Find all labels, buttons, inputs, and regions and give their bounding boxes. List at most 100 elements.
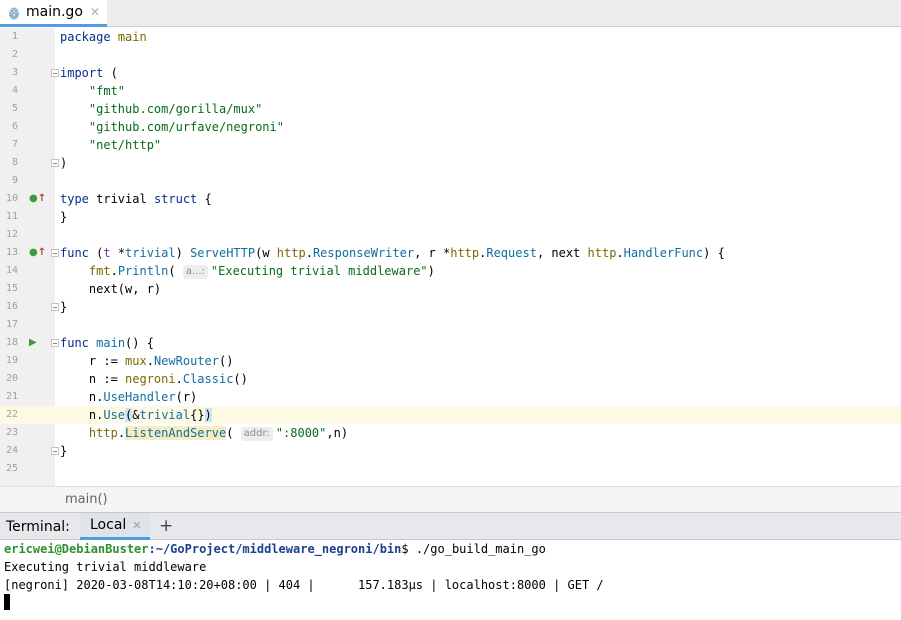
code-text: "fmt": [88, 84, 126, 98]
code-line: 23 http.ListenAndServe( addr: ":8000",n): [0, 424, 901, 442]
terminal-prompt-line: ericwei@DebianBuster:~/GoProject/middlew…: [4, 540, 901, 558]
code-line: 15 next(w, r): [0, 280, 901, 298]
line-number: 11: [5, 211, 18, 222]
code-text: ): [60, 156, 68, 170]
fold-toggle-icon[interactable]: [51, 249, 59, 257]
line-number: 4: [11, 85, 18, 96]
code-line: 9: [0, 172, 901, 190]
code-text: r := mux.NewRouter(): [60, 354, 234, 368]
code-text: n.UseHandler(r): [60, 390, 198, 404]
line-number: 5: [11, 103, 18, 114]
new-session-button[interactable]: +: [159, 516, 173, 536]
tab-label: main.go: [26, 4, 83, 20]
line-number: 18: [5, 337, 18, 348]
terminal-output-line: Executing trivial middleware: [4, 560, 207, 574]
line-number: 13: [5, 247, 18, 258]
terminal-title: Terminal:: [6, 519, 70, 535]
code-line: 14 fmt.Println( a...: "Executing trivial …: [0, 262, 901, 280]
line-number: 16: [5, 301, 18, 312]
close-icon[interactable]: ✕: [132, 519, 141, 532]
fold-toggle-icon[interactable]: [51, 339, 59, 347]
breadcrumb: main(): [0, 486, 901, 512]
terminal-cursor-line: [4, 594, 901, 612]
code-line: 3 import (: [0, 64, 901, 82]
prompt-user: ericwei@DebianBuster: [4, 542, 149, 556]
terminal-tab-label: Local: [90, 517, 127, 533]
close-icon[interactable]: ✕: [90, 5, 100, 19]
code-text: http.ListenAndServe( addr: ":8000",n): [88, 426, 349, 441]
line-number: 25: [5, 463, 18, 474]
code-text: next(w, r): [60, 282, 162, 296]
terminal-output-line: [negroni] 2020-03-08T14:10:20+08:00 | 40…: [4, 578, 604, 592]
code-line: 7 "net/http": [0, 136, 901, 154]
editor-tab-bar: main.go ✕: [0, 0, 901, 27]
run-icon[interactable]: ▶: [29, 334, 37, 352]
code-text: fmt.Println( a...: "Executing trivial mid…: [88, 264, 435, 279]
code-text: package main: [60, 30, 147, 44]
line-number: 7: [11, 139, 18, 150]
line-number: 10: [5, 193, 18, 204]
code-line: 4 "fmt": [0, 82, 901, 100]
code-line: 19 r := mux.NewRouter(): [0, 352, 901, 370]
terminal-output[interactable]: ericwei@DebianBuster:~/GoProject/middlew…: [0, 540, 901, 620]
code-text: type trivial struct {: [60, 192, 212, 206]
code-editor[interactable]: 1 package main 2 3 import ( 4 "fmt" 5 "g…: [0, 28, 901, 486]
fold-toggle-icon[interactable]: [51, 303, 59, 311]
code-line: 10 ●↑ type trivial struct {: [0, 190, 901, 208]
code-line: 24 }: [0, 442, 901, 460]
line-number: 19: [5, 355, 18, 366]
current-code-line: 22 n.Use(&trivial{}): [0, 406, 901, 424]
code-line: 12: [0, 226, 901, 244]
code-line: 2: [0, 46, 901, 64]
code-text: import (: [60, 66, 118, 80]
code-line: 13 ●↑ func (t *trivial) ServeHTTP(w http…: [0, 244, 901, 262]
parameter-hint: a...:: [182, 265, 208, 279]
line-number: 23: [5, 427, 18, 438]
line-number: 3: [11, 67, 18, 78]
code-text: n := negroni.Classic(): [60, 372, 248, 386]
tab-main-go[interactable]: main.go ✕: [0, 0, 107, 27]
line-number: 21: [5, 391, 18, 402]
code-line: 17: [0, 316, 901, 334]
code-line: 1 package main: [0, 28, 901, 46]
line-number: 15: [5, 283, 18, 294]
implements-icon[interactable]: ●↑: [29, 244, 46, 262]
implemented-icon[interactable]: ●↑: [29, 190, 46, 208]
line-number: 8: [11, 157, 18, 168]
code-text: }: [60, 210, 68, 224]
fold-toggle-icon[interactable]: [51, 447, 59, 455]
code-line: 5 "github.com/gorilla/mux": [0, 100, 901, 118]
go-gopher-icon: [9, 7, 19, 19]
code-line: 21 n.UseHandler(r): [0, 388, 901, 406]
prompt-path: :~/GoProject/middleware_negroni/bin: [148, 542, 402, 556]
code-line: 16 }: [0, 298, 901, 316]
fold-toggle-icon[interactable]: [51, 159, 59, 167]
code-text: }: [60, 300, 68, 314]
code-line: 6 "github.com/urfave/negroni": [0, 118, 901, 136]
code-text: func (t *trivial) ServeHTTP(w http.Respo…: [60, 246, 725, 260]
code-line: 8 ): [0, 154, 901, 172]
line-number: 22: [5, 409, 18, 420]
line-number: 12: [5, 229, 18, 240]
line-number: 14: [5, 265, 18, 276]
code-text: func main() {: [60, 336, 154, 350]
code-line: 11 }: [0, 208, 901, 226]
line-number: 6: [11, 121, 18, 132]
line-number: 24: [5, 445, 18, 456]
code-text: "github.com/urfave/negroni": [88, 120, 284, 134]
code-text: n.Use(&trivial{}): [60, 408, 212, 422]
code-text: "github.com/gorilla/mux": [88, 102, 263, 116]
breadcrumb-item-main[interactable]: main(): [65, 492, 108, 507]
line-number: 2: [11, 49, 18, 60]
code-text: "net/http": [88, 138, 162, 152]
code-line: 18 ▶ func main() {: [0, 334, 901, 352]
text-cursor: [4, 594, 10, 610]
line-number: 20: [5, 373, 18, 384]
prompt-command: $ ./go_build_main_go: [401, 542, 546, 556]
line-number: 9: [11, 175, 18, 186]
code-line: 20 n := negroni.Classic(): [0, 370, 901, 388]
terminal-tab-local[interactable]: Local ✕: [80, 513, 150, 540]
parameter-hint: addr:: [240, 427, 273, 441]
terminal-header: Terminal: Local ✕ +: [0, 512, 901, 540]
fold-toggle-icon[interactable]: [51, 69, 59, 77]
